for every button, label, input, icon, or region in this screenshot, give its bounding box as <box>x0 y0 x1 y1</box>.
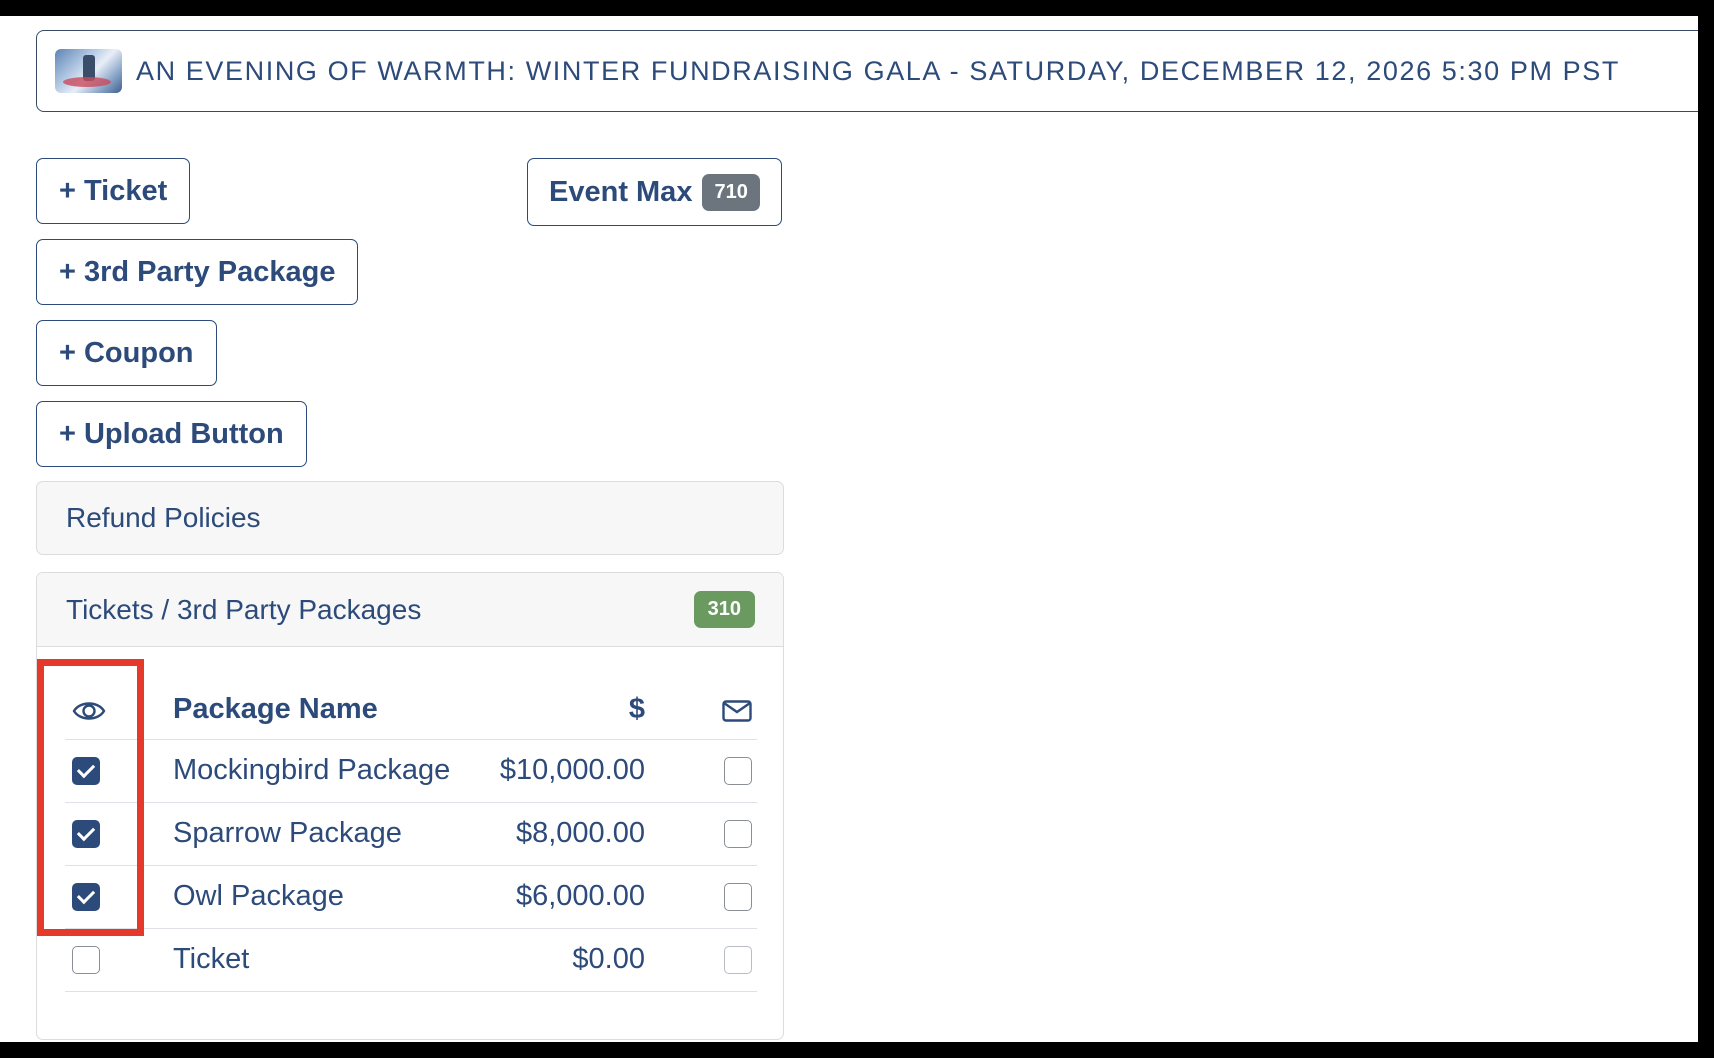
add-coupon-button[interactable]: + Coupon <box>36 320 217 386</box>
add-upload-button[interactable]: + Upload Button <box>36 401 307 467</box>
package-name[interactable]: Mockingbird Package <box>173 739 465 803</box>
event-max-label: Event Max <box>549 175 693 208</box>
package-price: $10,000.00 <box>465 739 645 803</box>
email-column-header <box>645 681 757 740</box>
add-3rd-party-package-button[interactable]: + 3rd Party Package <box>36 239 359 305</box>
tickets-count-badge: 310 <box>693 591 755 628</box>
refund-policies-panel[interactable]: Refund Policies <box>36 481 784 555</box>
package-price: $0.00 <box>465 928 645 992</box>
packages-table: Package Name $ Mockingbird Package $10,0… <box>65 681 757 992</box>
app-screen: AN EVENING OF WARMTH: WINTER FUNDRAISING… <box>0 16 1698 1042</box>
visible-checkbox[interactable] <box>72 820 100 849</box>
event-max-badge: 710 <box>702 173 760 211</box>
event-title: AN EVENING OF WARMTH: WINTER FUNDRAISING… <box>136 55 1620 86</box>
eye-icon <box>72 701 106 720</box>
visibility-column-header <box>65 681 173 740</box>
email-checkbox[interactable] <box>724 757 752 786</box>
package-name[interactable]: Ticket <box>173 928 465 992</box>
event-max-button[interactable]: Event Max 710 <box>527 158 782 226</box>
package-name[interactable]: Sparrow Package <box>173 802 465 866</box>
price-header[interactable]: $ <box>465 681 645 740</box>
email-checkbox[interactable] <box>724 820 752 849</box>
package-price: $8,000.00 <box>465 802 645 866</box>
email-checkbox[interactable] <box>724 946 752 975</box>
tickets-panel-title: Tickets / 3rd Party Packages <box>66 593 422 625</box>
refund-policies-label: Refund Policies <box>66 502 261 533</box>
visible-checkbox[interactable] <box>72 946 100 975</box>
table-row: Sparrow Package $8,000.00 <box>65 802 757 866</box>
table-row: Mockingbird Package $10,000.00 <box>65 739 757 803</box>
visible-checkbox[interactable] <box>72 757 100 786</box>
add-ticket-button[interactable]: + Ticket <box>36 158 191 224</box>
tickets-panel-header[interactable]: Tickets / 3rd Party Packages 310 <box>37 573 783 647</box>
package-price: $6,000.00 <box>465 865 645 929</box>
event-thumbnail <box>55 49 122 93</box>
package-name-header[interactable]: Package Name <box>173 681 465 740</box>
tickets-panel: Tickets / 3rd Party Packages 310 Package… <box>36 572 784 1040</box>
table-header-row: Package Name $ <box>65 681 757 740</box>
event-selector[interactable]: AN EVENING OF WARMTH: WINTER FUNDRAISING… <box>36 30 1698 112</box>
table-row: Owl Package $6,000.00 <box>65 865 757 929</box>
table-row: Ticket $0.00 <box>65 928 757 992</box>
envelope-icon <box>722 699 752 722</box>
visible-checkbox[interactable] <box>72 883 100 912</box>
package-name[interactable]: Owl Package <box>173 865 465 929</box>
email-checkbox[interactable] <box>724 883 752 912</box>
